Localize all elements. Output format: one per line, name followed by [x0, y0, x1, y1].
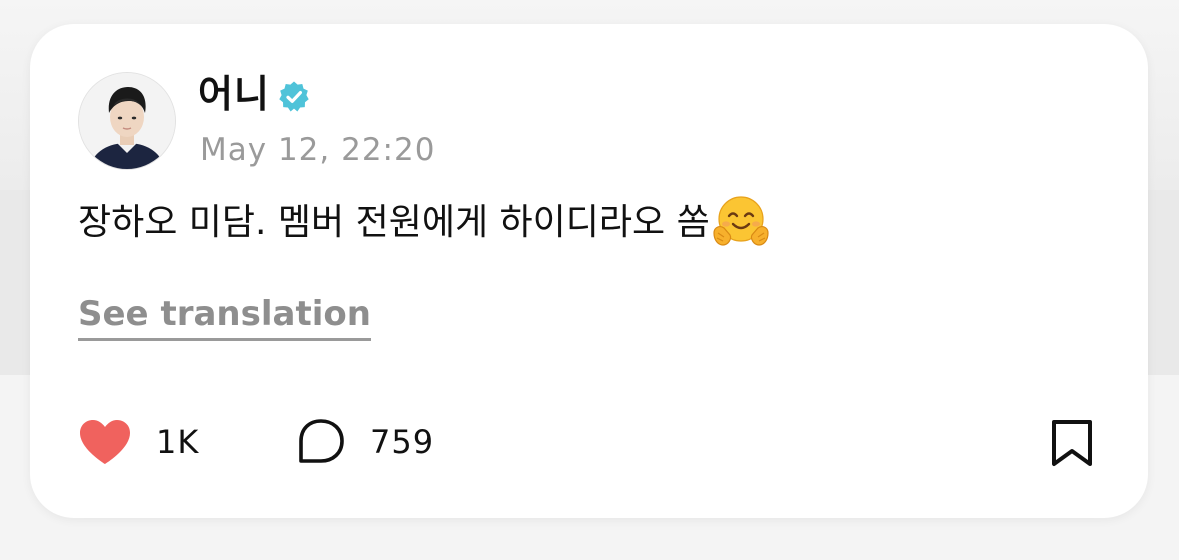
comment-button[interactable]: 759	[296, 416, 434, 468]
like-button[interactable]: 1K	[78, 416, 199, 468]
like-count: 1K	[156, 423, 200, 461]
comment-bubble-icon	[299, 419, 344, 463]
see-translation-link[interactable]: See translation	[78, 292, 371, 341]
avatar-portrait-image	[79, 73, 175, 169]
hugging-face-emoji	[713, 196, 769, 246]
post-card: 어니 May 12, 22:20 장하오 미담. 멤버 전원에게 하이디라오 쏨…	[30, 24, 1148, 518]
avatar[interactable]	[78, 72, 176, 170]
comment-count: 759	[370, 423, 435, 461]
post-body: 장하오 미담. 멤버 전원에게 하이디라오 쏨	[78, 196, 770, 249]
verified-badge-icon	[279, 81, 309, 112]
bookmark-icon[interactable]	[1048, 418, 1096, 468]
username[interactable]: 어니	[198, 70, 270, 118]
post-text: 장하오 미담. 멤버 전원에게 하이디라오 쏨	[78, 202, 710, 243]
post-timestamp: May 12, 22:20	[200, 132, 436, 168]
heart-icon	[80, 420, 130, 464]
